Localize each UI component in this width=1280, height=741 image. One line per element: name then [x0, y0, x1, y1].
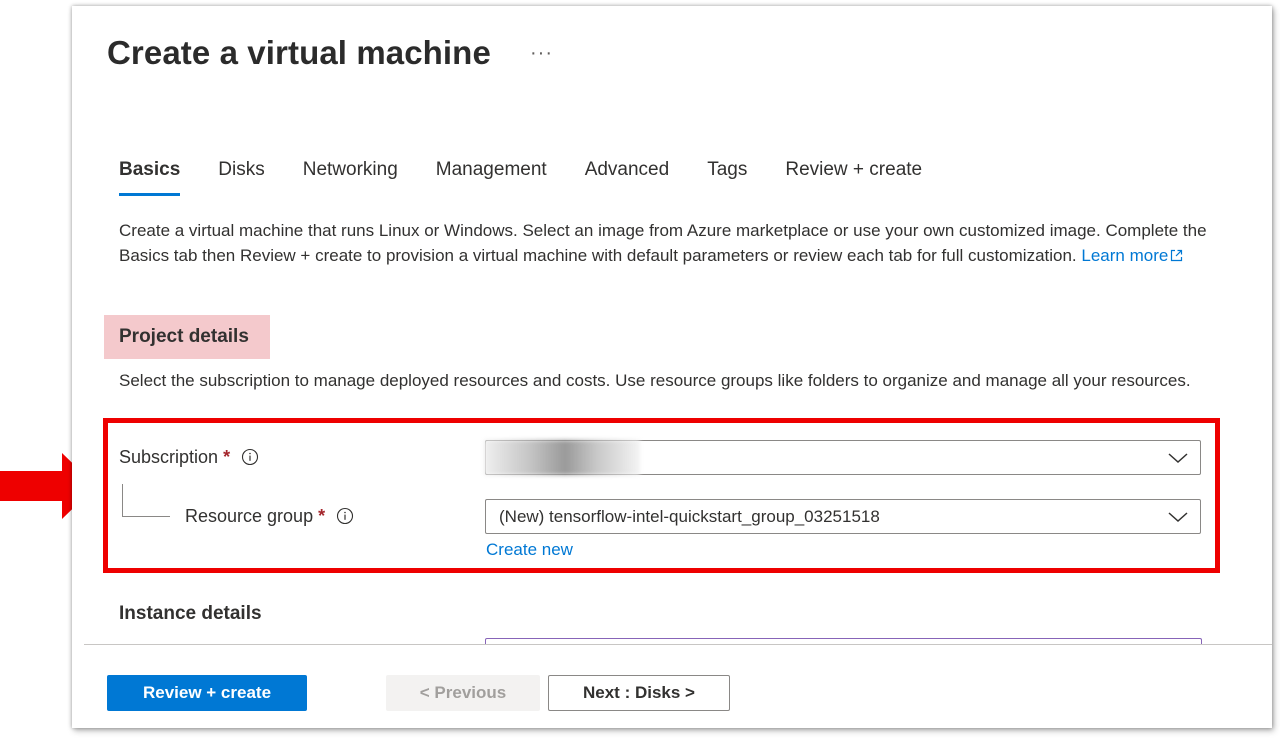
review-create-button[interactable]: Review + create	[107, 675, 307, 711]
tab-review-create[interactable]: Review + create	[785, 156, 922, 196]
external-link-icon	[1171, 249, 1183, 262]
tab-bar: Basics Disks Networking Management Advan…	[119, 156, 960, 196]
create-vm-panel: Create a virtual machine ··· Basics Disk…	[72, 6, 1272, 728]
intro-text: Create a virtual machine that runs Linux…	[119, 218, 1209, 268]
highlight-box	[103, 418, 1220, 573]
intro-description: Create a virtual machine that runs Linux…	[119, 221, 1207, 265]
footer-bar: Review + create < Previous Next : Disks …	[84, 644, 1272, 728]
learn-more-label: Learn more	[1081, 246, 1169, 265]
tab-disks[interactable]: Disks	[218, 156, 264, 196]
project-details-title: Project details	[119, 326, 249, 347]
page-title: Create a virtual machine	[107, 34, 491, 71]
learn-more-link[interactable]: Learn more	[1081, 246, 1183, 265]
instance-details-title: Instance details	[119, 603, 262, 624]
previous-button[interactable]: < Previous	[386, 675, 540, 711]
project-details-description: Select the subscription to manage deploy…	[119, 371, 1191, 390]
more-options-icon[interactable]: ···	[530, 42, 553, 65]
tab-advanced[interactable]: Advanced	[585, 156, 670, 196]
tab-basics[interactable]: Basics	[119, 156, 181, 196]
next-disks-button[interactable]: Next : Disks >	[548, 675, 730, 711]
tab-tags[interactable]: Tags	[707, 156, 747, 196]
tab-networking[interactable]: Networking	[303, 156, 398, 196]
tab-management[interactable]: Management	[436, 156, 547, 196]
